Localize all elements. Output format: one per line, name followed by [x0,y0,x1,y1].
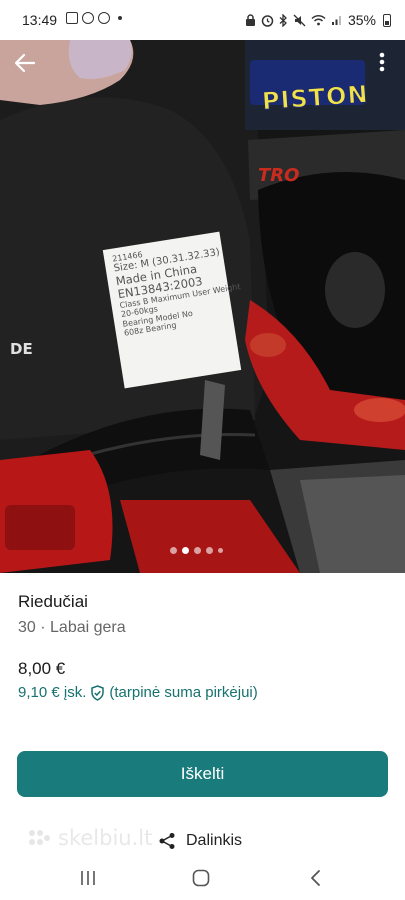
chevron-left-icon [311,870,320,886]
alarm-icon [261,14,274,27]
watermark-text: skelbiu.lt [58,826,153,850]
share-icon [159,833,175,849]
recents-icon [81,871,95,885]
share-button[interactable]: Dalinkis [158,832,242,850]
fee-note: (tarpinė suma pirkėjui) [109,684,258,701]
more-vertical-icon [379,52,385,72]
back-button[interactable] [8,46,42,80]
pager-dot-active[interactable] [182,547,189,554]
more-notifications-icon [118,16,122,20]
price-with-fee-row[interactable]: 9,10 € įsk. (tarpinė suma pirkėjui) [18,684,258,701]
status-time: 13:49 [22,12,58,28]
system-icons: 35% [245,12,391,28]
threads-notification-icon [82,12,94,24]
listing-title: Riedučiai [18,592,88,611]
promote-button[interactable]: Iškelti [17,751,388,797]
signal-icon [331,16,341,25]
listing-subtitle: 30 · Labai gera [18,619,126,636]
size-label-tag: 211466 Size: M (30.31.32.33) Made in Chi… [102,231,242,389]
pager-dot[interactable] [206,547,213,554]
mute-icon [293,14,306,26]
shield-check-icon [91,684,105,701]
status-bar: 13:49 35% [0,0,405,40]
pager-dot[interactable] [194,547,201,554]
facebook-notification-icon [98,12,110,24]
skelbiu-watermark: skelbiu.lt [26,826,152,850]
listing-price: 8,00 € [18,659,66,678]
share-row: skelbiu.lt Dalinkis [0,826,405,856]
notification-icons [66,12,122,24]
system-navigation-bar [0,856,405,900]
share-label: Dalinkis [186,832,243,849]
battery-icon [383,13,391,27]
partial-strap-text: DE [10,340,33,358]
bluetooth-icon [279,13,287,27]
arrow-left-icon [14,53,36,73]
home-icon [192,869,210,887]
partial-sticker-text: TRO [258,165,300,186]
price-with-fee: 9,10 € įsk. [18,684,87,701]
pager-dot[interactable] [218,548,223,553]
gallery-notification-icon [66,12,78,24]
wifi-icon [311,14,326,26]
back-nav-button[interactable] [300,866,330,890]
more-options-button[interactable] [366,45,398,79]
image-pager[interactable] [170,547,223,554]
listing-photo-carousel[interactable]: 211466 Size: M (30.31.32.33) Made in Chi… [0,40,405,573]
battery-percent: 35% [347,12,376,28]
home-button[interactable] [186,866,216,890]
pager-dot[interactable] [170,547,177,554]
skelbiu-logo-icon [29,830,50,845]
lock-icon [245,13,255,26]
recents-button[interactable] [73,866,103,890]
